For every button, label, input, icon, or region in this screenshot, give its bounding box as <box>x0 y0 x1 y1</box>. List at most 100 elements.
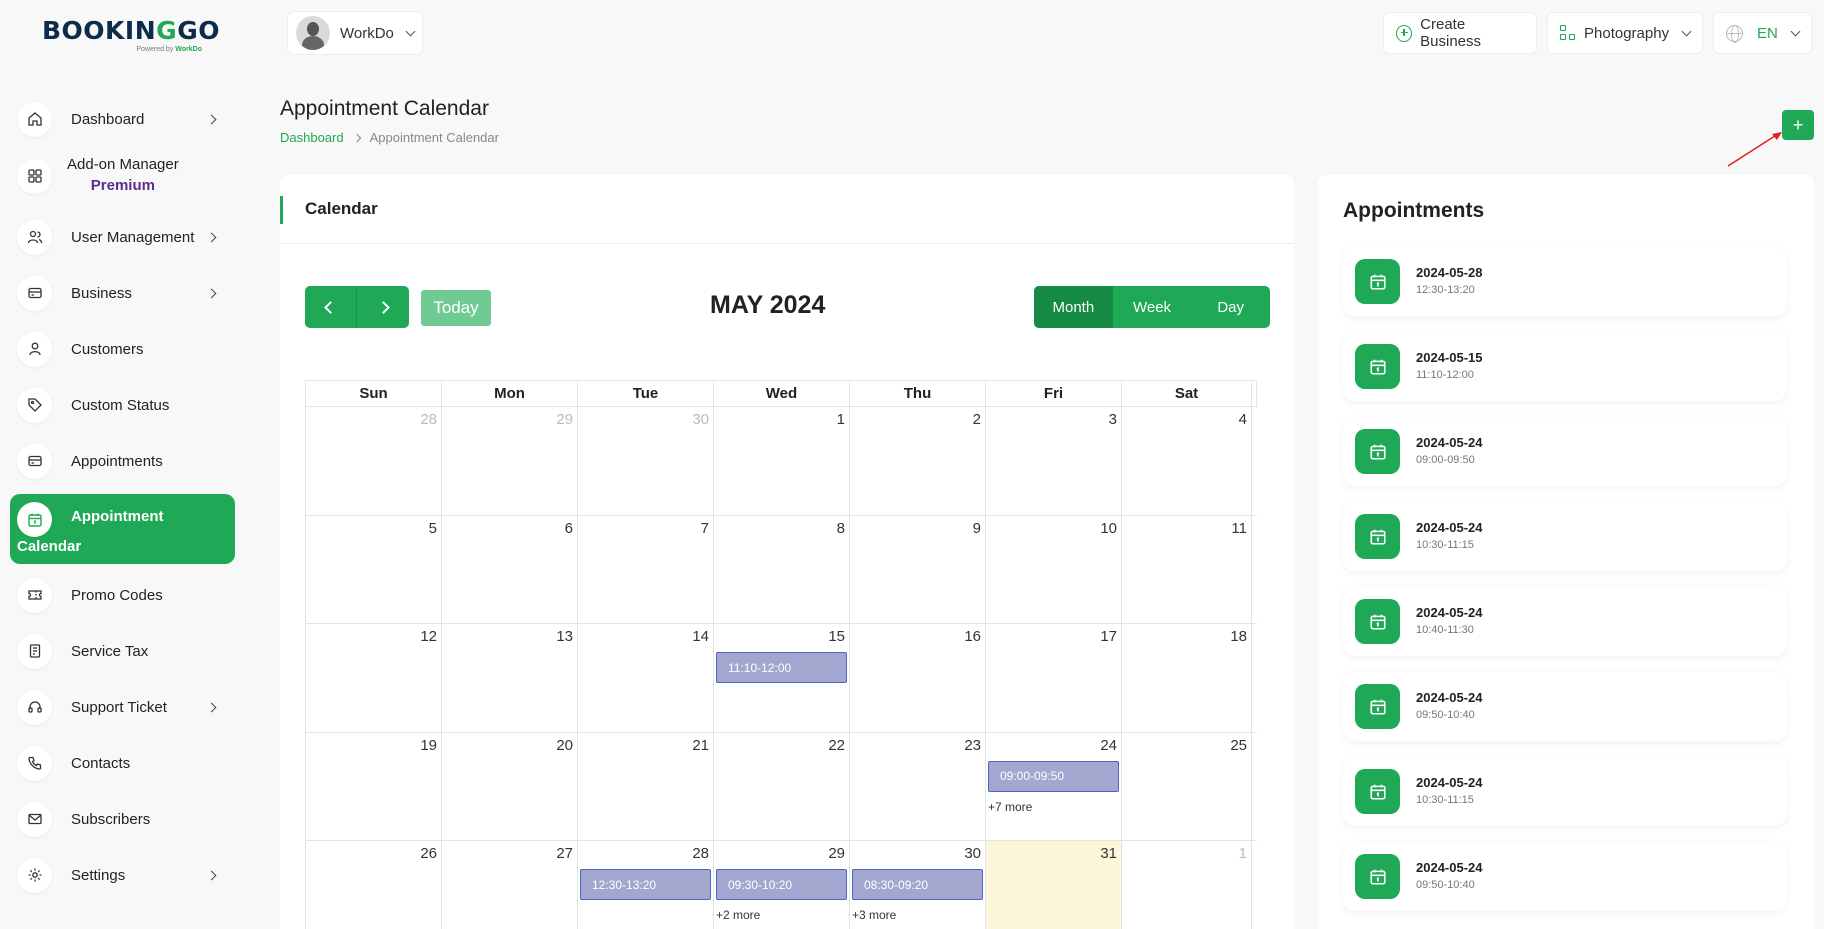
view-day-button[interactable]: Day <box>1191 286 1270 328</box>
day-number[interactable]: 26 <box>420 845 437 862</box>
view-week-button[interactable]: Week <box>1113 286 1192 328</box>
calendar-day[interactable]: 1 <box>1122 841 1252 929</box>
day-number[interactable]: 28 <box>692 845 709 862</box>
create-business-button[interactable]: Create Business <box>1383 12 1537 54</box>
appointment-item[interactable]: 2024-05-28 12:30-13:20 <box>1343 247 1787 316</box>
calendar-day[interactable]: 15 11:10-12:00 <box>714 624 850 732</box>
sidebar-item-promo-codes[interactable]: Promo Codes <box>10 570 235 620</box>
sidebar-item-service-tax[interactable]: Service Tax <box>10 626 235 676</box>
appointment-item[interactable]: 2024-05-24 09:50-10:40 <box>1343 672 1787 741</box>
calendar-day[interactable]: 28 12:30-13:20 <box>578 841 714 929</box>
appointment-item[interactable]: 2024-05-24 09:00-09:50 <box>1343 417 1787 486</box>
sidebar-item-dashboard[interactable]: Dashboard <box>10 94 235 144</box>
calendar-event[interactable]: 09:30-10:20 <box>716 869 847 900</box>
day-number[interactable]: 7 <box>701 520 709 537</box>
calendar-day[interactable]: 9 <box>850 515 986 623</box>
day-number[interactable]: 21 <box>692 737 709 754</box>
calendar-day[interactable]: 21 <box>578 732 714 840</box>
day-number[interactable]: 30 <box>964 845 981 862</box>
day-number[interactable]: 24 <box>1100 737 1117 754</box>
sidebar-item-appointment-calendar[interactable]: Appointment Calendar <box>10 494 235 564</box>
day-number[interactable]: 1 <box>837 411 845 428</box>
calendar-day[interactable]: 12 <box>306 624 442 732</box>
day-number[interactable]: 12 <box>420 628 437 645</box>
calendar-day[interactable]: 30 08:30-09:20 +3 more <box>850 841 986 929</box>
day-number[interactable]: 15 <box>828 628 845 645</box>
business-select[interactable]: Photography <box>1547 12 1703 54</box>
calendar-day[interactable]: 18 <box>1122 624 1252 732</box>
day-number[interactable]: 8 <box>837 520 845 537</box>
day-number[interactable]: 2 <box>973 411 981 428</box>
sidebar-item-subscribers[interactable]: Subscribers <box>10 794 235 844</box>
day-number[interactable]: 31 <box>1100 845 1117 862</box>
day-number[interactable]: 25 <box>1230 737 1247 754</box>
calendar-event[interactable]: 11:10-12:00 <box>716 652 847 683</box>
sidebar-item-addon-manager[interactable]: Add-on Manager Premium <box>10 144 235 208</box>
sidebar-item-user-management[interactable]: User Management <box>10 212 235 262</box>
calendar-day[interactable]: 8 <box>714 515 850 623</box>
calendar-day[interactable]: 2 <box>850 407 986 515</box>
prev-month-button[interactable] <box>305 286 357 328</box>
calendar-day[interactable]: 10 <box>986 515 1122 623</box>
calendar-day[interactable]: 7 <box>578 515 714 623</box>
view-month-button[interactable]: Month <box>1034 286 1113 328</box>
calendar-day[interactable]: 20 <box>442 732 578 840</box>
day-number[interactable]: 9 <box>973 520 981 537</box>
appointment-item[interactable]: 2024-05-24 10:40-11:30 <box>1343 587 1787 656</box>
calendar-day[interactable]: 19 <box>306 732 442 840</box>
calendar-day[interactable]: 28 <box>306 407 442 515</box>
day-number[interactable]: 11 <box>1231 520 1247 537</box>
day-number[interactable]: 14 <box>692 628 709 645</box>
day-number[interactable]: 27 <box>556 845 573 862</box>
sidebar-item-contacts[interactable]: Contacts <box>10 738 235 788</box>
calendar-event[interactable]: 08:30-09:20 <box>852 869 983 900</box>
day-number[interactable]: 3 <box>1109 411 1117 428</box>
calendar-day[interactable]: 4 <box>1122 407 1252 515</box>
calendar-day[interactable]: 13 <box>442 624 578 732</box>
calendar-day[interactable]: 22 <box>714 732 850 840</box>
calendar-day[interactable]: 3 <box>986 407 1122 515</box>
sidebar-item-custom-status[interactable]: Custom Status <box>10 380 235 430</box>
sidebar-item-appointments[interactable]: Appointments <box>10 436 235 486</box>
day-number[interactable]: 22 <box>828 737 845 754</box>
day-number[interactable]: 1 <box>1239 845 1247 862</box>
day-number[interactable]: 13 <box>556 628 573 645</box>
calendar-day[interactable]: 16 <box>850 624 986 732</box>
calendar-day[interactable]: 1 <box>714 407 850 515</box>
workspace-selector[interactable]: WorkDo <box>287 11 423 55</box>
calendar-day-today[interactable]: 31 <box>986 841 1122 929</box>
calendar-day[interactable]: 11 <box>1122 515 1252 623</box>
more-events-link[interactable]: +7 more <box>988 800 1032 814</box>
appointment-item[interactable]: 2024-05-24 10:30-11:15 <box>1343 502 1787 571</box>
day-number[interactable]: 6 <box>565 520 573 537</box>
calendar-day[interactable]: 30 <box>578 407 714 515</box>
calendar-event[interactable]: 12:30-13:20 <box>580 869 711 900</box>
day-number[interactable]: 28 <box>420 411 437 428</box>
language-select[interactable]: EN <box>1713 12 1812 54</box>
calendar-day[interactable]: 14 <box>578 624 714 732</box>
sidebar-item-business[interactable]: Business <box>10 268 235 318</box>
day-number[interactable]: 20 <box>556 737 573 754</box>
day-number[interactable]: 29 <box>828 845 845 862</box>
calendar-day[interactable]: 27 <box>442 841 578 929</box>
day-number[interactable]: 19 <box>420 737 437 754</box>
brand-logo[interactable]: BOOKINGGO Powered by WorkDo <box>42 16 219 58</box>
sidebar-item-settings[interactable]: Settings <box>10 850 235 900</box>
more-events-link[interactable]: +2 more <box>716 908 760 922</box>
sidebar-item-customers[interactable]: Customers <box>10 324 235 374</box>
calendar-day[interactable]: 29 <box>442 407 578 515</box>
more-events-link[interactable]: +3 more <box>852 908 896 922</box>
appointment-item[interactable]: 2024-05-24 10:30-11:15 <box>1343 757 1787 826</box>
day-number[interactable]: 10 <box>1100 520 1117 537</box>
calendar-day[interactable]: 5 <box>306 515 442 623</box>
calendar-day[interactable]: 23 <box>850 732 986 840</box>
day-number[interactable]: 23 <box>964 737 981 754</box>
appointment-item[interactable]: 2024-05-15 11:10-12:00 <box>1343 332 1787 401</box>
calendar-day[interactable]: 25 <box>1122 732 1252 840</box>
day-number[interactable]: 30 <box>692 411 709 428</box>
appointment-item[interactable]: 2024-05-24 09:50-10:40 <box>1343 842 1787 911</box>
day-number[interactable]: 4 <box>1239 411 1247 428</box>
day-number[interactable]: 16 <box>964 628 981 645</box>
day-number[interactable]: 5 <box>429 520 437 537</box>
calendar-event[interactable]: 09:00-09:50 <box>988 760 1119 792</box>
